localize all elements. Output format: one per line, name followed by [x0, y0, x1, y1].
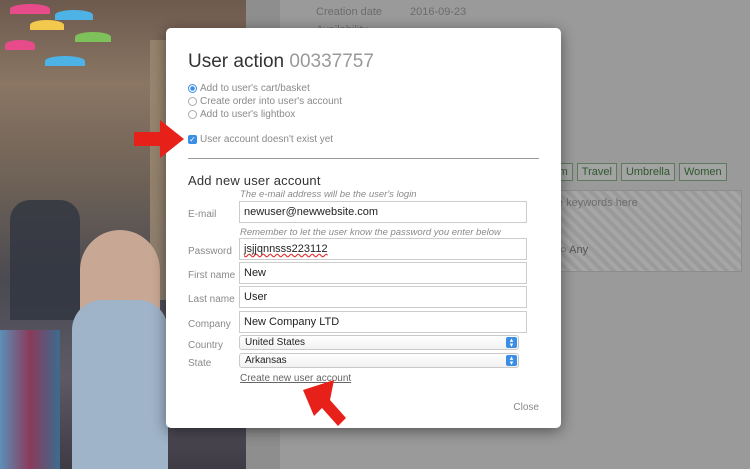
company-field[interactable]: New Company LTD: [239, 311, 527, 333]
last-name-field[interactable]: User: [239, 286, 527, 308]
state-select[interactable]: Arkansas ▴ ▾: [239, 353, 519, 368]
background-any-option[interactable]: ○ Any: [560, 244, 588, 256]
country-label: Country: [188, 340, 224, 351]
red-arrow-right-icon: [134, 120, 184, 158]
photo-crowd: [10, 200, 80, 320]
email-hint: The e-mail address will be the user's lo…: [240, 189, 417, 200]
select-arrows-icon[interactable]: ▴ ▾: [506, 355, 517, 367]
tag-chip[interactable]: Umbrella: [620, 163, 675, 181]
country-select[interactable]: United States ▴ ▾: [239, 335, 519, 350]
keywords-placeholder: e keywords here: [557, 197, 638, 209]
radio-add-to-lightbox[interactable]: Add to user's lightbox: [188, 108, 342, 121]
password-hint: Remember to let the user know the passwo…: [240, 227, 501, 238]
checkbox-checked-icon[interactable]: ✓: [188, 135, 197, 144]
radio-label: Add to user's cart/basket: [200, 83, 310, 94]
umbrella-decoration: [30, 20, 64, 30]
section-divider: [188, 158, 539, 159]
umbrella-decoration: [55, 10, 93, 20]
background-tag-list: rism Travel Umbrella Women: [542, 163, 727, 181]
background-creation-date: Creation date 2016-09-23: [316, 6, 466, 18]
modal-title: User action 00337757: [188, 51, 374, 73]
select-arrows-icon[interactable]: ▴ ▾: [506, 337, 517, 349]
photo-dress: [72, 300, 168, 469]
account-not-exist-checkbox[interactable]: ✓ User account doesn't exist yet: [188, 134, 333, 145]
radio-create-order[interactable]: Create order into user's account: [188, 95, 342, 108]
tag-chip[interactable]: Women: [678, 163, 727, 181]
password-value: jsjjqnnsss223112: [244, 243, 328, 255]
email-label: E-mail: [188, 209, 217, 220]
close-button[interactable]: Close: [513, 402, 539, 413]
radio-label: Add to user's lightbox: [200, 109, 296, 120]
password-label: Password: [188, 246, 232, 257]
checkbox-label: User account doesn't exist yet: [200, 134, 334, 145]
radio-label: Create order into user's account: [200, 96, 342, 107]
radio-unselected-icon[interactable]: [188, 97, 197, 106]
modal-title-number: 00337757: [289, 51, 374, 72]
creation-date-label: Creation date: [316, 6, 383, 18]
email-field[interactable]: newuser@newwebsite.com: [239, 201, 527, 223]
password-field[interactable]: jsjjqnnsss223112: [239, 238, 527, 260]
first-name-label: First name: [188, 270, 236, 281]
country-value: United States: [245, 337, 306, 348]
state-value: Arkansas: [245, 355, 287, 366]
section-title: Add new user account: [188, 173, 321, 188]
action-radio-group: Add to user's cart/basket Create order i…: [188, 82, 342, 121]
modal-title-text: User action: [188, 51, 285, 72]
umbrella-decoration: [10, 4, 50, 14]
first-name-field[interactable]: New: [239, 262, 527, 284]
any-label: Any: [569, 244, 589, 256]
company-label: Company: [188, 319, 231, 330]
umbrella-decoration: [45, 56, 85, 66]
user-action-modal: User action 00337757 Add to user's cart/…: [166, 28, 561, 428]
radio-add-to-cart[interactable]: Add to user's cart/basket: [188, 82, 342, 95]
radio-unselected-icon[interactable]: [188, 110, 197, 119]
state-label: State: [188, 358, 212, 369]
tag-chip[interactable]: Travel: [576, 163, 617, 181]
umbrella-decoration: [75, 32, 111, 42]
background-keywords-box[interactable]: e keywords here: [542, 190, 742, 272]
radio-selected-icon[interactable]: [188, 84, 197, 93]
umbrella-decoration: [5, 40, 35, 50]
last-name-label: Last name: [188, 294, 235, 305]
red-arrow-up-icon: [303, 380, 346, 426]
creation-date-value: 2016-09-23: [410, 6, 467, 18]
photo-clothes-rack: [0, 330, 60, 469]
